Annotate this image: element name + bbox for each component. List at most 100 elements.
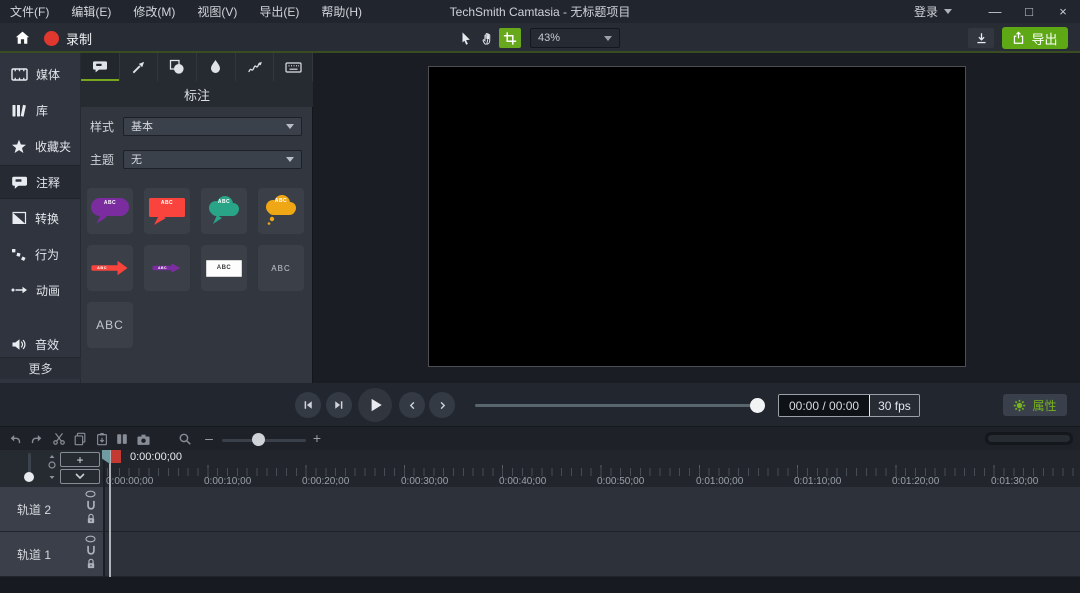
home-button[interactable]: [10, 27, 34, 49]
track-lane[interactable]: [105, 487, 1080, 532]
track-name: 轨道 2: [17, 502, 52, 517]
fps-value[interactable]: 30 fps: [869, 395, 919, 416]
tab-callouts[interactable]: [81, 53, 120, 81]
menu-edit[interactable]: 编辑(E): [71, 3, 111, 20]
login-button[interactable]: 登录: [914, 0, 952, 23]
playhead-out-handle[interactable]: [111, 450, 121, 463]
export-button[interactable]: 导出: [1002, 27, 1068, 49]
download-icon: [975, 32, 988, 45]
track-lane[interactable]: [105, 532, 1080, 577]
menubar: TechSmith Camtasia - 无标题项目 文件(F) 编辑(E) 修…: [0, 0, 1080, 23]
menu-export[interactable]: 导出(E): [259, 3, 299, 20]
zoom-in-button[interactable]: +: [308, 430, 326, 446]
sidebar-item-animations[interactable]: 动画: [0, 275, 81, 305]
sidebar-item-library[interactable]: 库: [0, 95, 81, 125]
add-track-button[interactable]: +: [60, 452, 100, 467]
minimize-button[interactable]: —: [978, 0, 1012, 23]
undo-button[interactable]: [6, 431, 24, 447]
callout-tile-thought-cloud[interactable]: ABC: [258, 188, 304, 234]
eye-icon[interactable]: [85, 490, 96, 498]
close-button[interactable]: ×: [1046, 0, 1080, 23]
tile-label: ABC: [216, 265, 232, 271]
tab-shapes[interactable]: [158, 53, 198, 81]
magnet-icon[interactable]: [86, 500, 96, 511]
track-height-slider-thumb[interactable]: [24, 472, 34, 482]
sidebar-item-favorites[interactable]: 收藏夹: [0, 131, 81, 161]
callout-tile-plain-text[interactable]: ABC: [258, 245, 304, 291]
tab-arrows[interactable]: [120, 53, 159, 81]
theme-select[interactable]: 无: [123, 149, 302, 169]
callout-tile-cloud-speech[interactable]: ABC: [201, 188, 247, 234]
lock-icon[interactable]: [86, 558, 96, 569]
pan-tool-button[interactable]: [477, 28, 499, 48]
arrow-icon: [131, 60, 146, 75]
track-header[interactable]: 轨道 2: [0, 487, 105, 532]
tile-label: ABC: [160, 200, 174, 206]
callout-tile-arrow-purple[interactable]: ABC: [144, 245, 190, 291]
callout-tile-arrow-red[interactable]: ABC: [87, 245, 133, 291]
theme-label: 主题: [90, 152, 115, 167]
callout-tile-plain-text-large[interactable]: ABC: [87, 302, 133, 348]
style-label: 样式: [90, 119, 115, 134]
tile-label: ABC: [158, 266, 168, 270]
tab-keystrokes[interactable]: [274, 53, 314, 81]
track-header[interactable]: 轨道 1: [0, 532, 105, 577]
step-forward-icon: [333, 399, 345, 411]
previous-clip-button[interactable]: [399, 392, 425, 418]
chevron-down-icon: [286, 123, 294, 129]
preview-canvas[interactable]: [428, 66, 966, 367]
split-icon: [115, 432, 129, 446]
download-button[interactable]: [968, 28, 994, 48]
ruler-label: 0:00:20;00: [302, 476, 350, 487]
menu-modify[interactable]: 修改(M): [133, 3, 175, 20]
callout-tile-rect-speech[interactable]: ABC: [144, 188, 190, 234]
split-button[interactable]: [113, 431, 131, 447]
sidebar-item-transitions[interactable]: 转换: [0, 203, 81, 233]
tab-blur[interactable]: [197, 53, 236, 81]
sidebar-item-media[interactable]: 媒体: [0, 59, 81, 89]
magnet-icon[interactable]: [86, 545, 96, 556]
menu-help[interactable]: 帮助(H): [321, 3, 362, 20]
timeline-scrollbar[interactable]: [985, 432, 1073, 445]
timeline-zoom-thumb[interactable]: [252, 433, 265, 446]
playhead-line[interactable]: [109, 450, 111, 577]
scrollbar-thumb[interactable]: [988, 435, 1070, 442]
snapshot-button[interactable]: [134, 431, 152, 447]
callout-tile-white-box[interactable]: ABC: [201, 245, 247, 291]
sidebar-more-button[interactable]: 更多: [0, 357, 81, 379]
next-clip-button[interactable]: [429, 392, 455, 418]
play-button[interactable]: [358, 388, 392, 422]
redo-button[interactable]: [28, 431, 46, 447]
cut-button[interactable]: [50, 431, 68, 447]
tab-sketch-motion[interactable]: [236, 53, 275, 81]
properties-button[interactable]: 属性: [1003, 394, 1067, 416]
record-button[interactable]: 录制: [44, 27, 92, 49]
sidebar-item-audio-effects[interactable]: 音效: [0, 329, 81, 359]
ruler-minor-ticks: [105, 468, 1080, 476]
sidebar-item-annotations[interactable]: 注释: [0, 165, 81, 199]
callout-icon: [92, 60, 108, 74]
lock-icon[interactable]: [86, 513, 96, 524]
seek-slider[interactable]: [475, 404, 763, 407]
menu-file[interactable]: 文件(F): [10, 3, 49, 20]
copy-button[interactable]: [71, 431, 89, 447]
crop-tool-button[interactable]: [499, 28, 521, 48]
track-options-button[interactable]: [60, 469, 100, 484]
track-row: 轨道 2: [0, 487, 1080, 532]
arrow-red-shape: [91, 260, 128, 276]
menu-view[interactable]: 视图(V): [197, 3, 237, 20]
sidebar-item-behaviors[interactable]: 行为: [0, 239, 81, 269]
zoom-out-button[interactable]: –: [200, 430, 218, 446]
style-select[interactable]: 基本: [123, 116, 302, 136]
step-forward-button[interactable]: [326, 392, 352, 418]
sidebar-item-label: 行为: [35, 247, 60, 262]
maximize-button[interactable]: □: [1012, 0, 1046, 23]
paste-button[interactable]: [93, 431, 111, 447]
step-back-button[interactable]: [295, 392, 321, 418]
timeline-zoom-button[interactable]: [176, 431, 194, 447]
callout-tile-rounded-speech[interactable]: ABC: [87, 188, 133, 234]
cursor-tool-button[interactable]: [455, 28, 477, 48]
seek-slider-thumb[interactable]: [750, 398, 765, 413]
eye-icon[interactable]: [85, 535, 96, 543]
canvas-zoom-select[interactable]: 43%: [530, 28, 620, 48]
